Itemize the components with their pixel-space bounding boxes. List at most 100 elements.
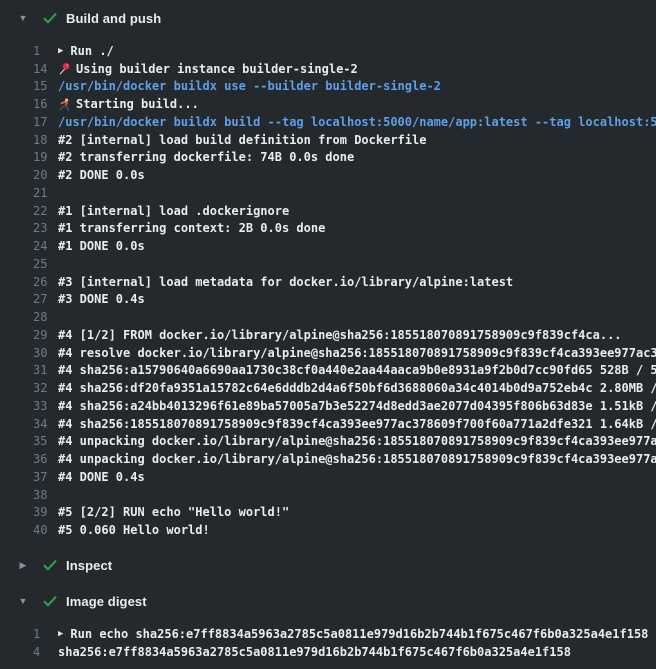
log-line: 33 #4 sha256:a24bb4013296f61e89ba57005a7… — [0, 397, 656, 415]
section-header-build-and-push[interactable]: ▼ Build and push — [0, 0, 656, 36]
line-number[interactable]: 40 — [0, 523, 58, 537]
line-number[interactable]: 16 — [0, 97, 58, 111]
line-number[interactable]: 24 — [0, 239, 58, 253]
success-check-icon — [42, 10, 58, 26]
line-number[interactable]: 27 — [0, 292, 58, 306]
log-line: 25 — [0, 255, 656, 273]
log-line: 15 /usr/bin/docker buildx use --builder … — [0, 78, 656, 96]
line-text: #5 [2/2] RUN echo "Hello world!" — [58, 505, 289, 519]
line-text: #1 [internal] load .dockerignore — [58, 204, 289, 218]
section-header-inspect[interactable]: ▶ Inspect — [0, 547, 656, 583]
line-number[interactable]: 21 — [0, 186, 58, 200]
line-text: #5 0.060 Hello world! — [58, 523, 210, 537]
section-lines: 1 ▶ Run ./ 14 Using builder instance bui… — [0, 36, 656, 547]
line-text: /usr/bin/docker buildx build --tag local… — [58, 115, 656, 129]
line-number[interactable]: 38 — [0, 488, 58, 502]
line-text: #1 DONE 0.0s — [58, 239, 145, 253]
section-title: Image digest — [66, 594, 147, 609]
log-line: 20 #2 DONE 0.0s — [0, 166, 656, 184]
log-line: 28 — [0, 308, 656, 326]
log-line: 17 /usr/bin/docker buildx build --tag lo… — [0, 113, 656, 131]
log-line: 26 #3 [internal] load metadata for docke… — [0, 273, 656, 291]
line-number[interactable]: 28 — [0, 310, 58, 324]
line-number[interactable]: 34 — [0, 417, 58, 431]
line-text: #4 unpacking docker.io/library/alpine@sh… — [58, 452, 656, 466]
section-title: Inspect — [66, 558, 112, 573]
step-section: ▼ Image digest 1 ▶ Run echo sha256:e7ff8… — [0, 583, 656, 669]
line-number[interactable]: 36 — [0, 452, 58, 466]
log-line: 1 ▶ Run ./ — [0, 42, 656, 60]
line-text: /usr/bin/docker buildx use --builder bui… — [58, 79, 441, 93]
line-text: #2 [internal] load build definition from… — [58, 133, 426, 147]
log-line: 23 #1 transferring context: 2B 0.0s done — [0, 220, 656, 238]
log-line: 30 #4 resolve docker.io/library/alpine@s… — [0, 344, 656, 362]
line-number[interactable]: 23 — [0, 221, 58, 235]
line-number[interactable]: 29 — [0, 328, 58, 342]
log-line: 39 #5 [2/2] RUN echo "Hello world!" — [0, 504, 656, 522]
line-number[interactable]: 35 — [0, 434, 58, 448]
log-line: 1 ▶ Run echo sha256:e7ff8834a5963a2785c5… — [0, 625, 656, 643]
step-section: ▼ Build and push 1 ▶ Run ./ 14 Using bui… — [0, 0, 656, 547]
log-line: 31 #4 sha256:a15790640a6690aa1730c38cf0a… — [0, 362, 656, 380]
play-expand-icon[interactable]: ▶ — [58, 46, 63, 56]
line-number[interactable]: 39 — [0, 505, 58, 519]
line-text: #4 unpacking docker.io/library/alpine@sh… — [58, 434, 656, 448]
line-number[interactable]: 14 — [0, 62, 58, 76]
line-text: #4 sha256:a24bb4013296f61e89ba57005a7b3e… — [58, 399, 656, 413]
line-number[interactable]: 15 — [0, 79, 58, 93]
log-line: 24 #1 DONE 0.0s — [0, 237, 656, 255]
log-line: 32 #4 sha256:df20fa9351a15782c64e6dddb2d… — [0, 379, 656, 397]
line-text: #3 DONE 0.4s — [58, 292, 145, 306]
line-text: Using builder instance builder-single-2 — [76, 62, 358, 76]
line-number[interactable]: 25 — [0, 257, 58, 271]
line-text: #3 [internal] load metadata for docker.i… — [58, 275, 513, 289]
line-text: Starting build... — [76, 97, 199, 111]
line-number[interactable]: 32 — [0, 381, 58, 395]
line-number[interactable]: 1 — [0, 44, 58, 58]
log-line: 40 #5 0.060 Hello world! — [0, 521, 656, 539]
log-line: 38 — [0, 486, 656, 504]
line-number[interactable]: 17 — [0, 115, 58, 129]
line-text: #4 sha256:df20fa9351a15782c64e6dddb2d4a6… — [58, 381, 656, 395]
line-text: #4 DONE 0.4s — [58, 470, 145, 484]
line-number[interactable]: 1 — [0, 627, 58, 641]
log-line: 22 #1 [internal] load .dockerignore — [0, 202, 656, 220]
log-viewer: ▼ Build and push 1 ▶ Run ./ 14 Using bui… — [0, 0, 656, 669]
line-number[interactable]: 19 — [0, 150, 58, 164]
log-line: 21 — [0, 184, 656, 202]
chevron-right-icon[interactable]: ▶ — [17, 547, 29, 583]
section-lines: 1 ▶ Run echo sha256:e7ff8834a5963a2785c5… — [0, 619, 656, 669]
line-number[interactable]: 22 — [0, 204, 58, 218]
line-text: #1 transferring context: 2B 0.0s done — [58, 221, 325, 235]
pushpin-emoji-icon — [58, 62, 71, 75]
chevron-down-icon[interactable]: ▼ — [17, 0, 29, 36]
line-text: #4 sha256:185518070891758909c9f839cf4ca3… — [58, 417, 656, 431]
success-check-icon — [42, 557, 58, 573]
log-line: 16 Starting build... — [0, 95, 656, 113]
log-line: 34 #4 sha256:185518070891758909c9f839cf4… — [0, 415, 656, 433]
line-text: #2 DONE 0.0s — [58, 168, 145, 182]
log-line: 29 #4 [1/2] FROM docker.io/library/alpin… — [0, 326, 656, 344]
line-text: Run echo sha256:e7ff8834a5963a2785c5a081… — [70, 627, 648, 641]
line-text: #4 resolve docker.io/library/alpine@sha2… — [58, 346, 656, 360]
play-expand-icon[interactable]: ▶ — [58, 629, 63, 639]
section-title: Build and push — [66, 11, 161, 26]
log-line: 36 #4 unpacking docker.io/library/alpine… — [0, 450, 656, 468]
step-section: ▶ Inspect — [0, 547, 656, 583]
line-number[interactable]: 4 — [0, 645, 58, 659]
line-number[interactable]: 30 — [0, 346, 58, 360]
line-number[interactable]: 37 — [0, 470, 58, 484]
line-number[interactable]: 26 — [0, 275, 58, 289]
section-header-image-digest[interactable]: ▼ Image digest — [0, 583, 656, 619]
line-number[interactable]: 20 — [0, 168, 58, 182]
chevron-down-icon[interactable]: ▼ — [17, 583, 29, 619]
line-number[interactable]: 33 — [0, 399, 58, 413]
line-number[interactable]: 18 — [0, 133, 58, 147]
success-check-icon — [42, 593, 58, 609]
line-number[interactable]: 31 — [0, 363, 58, 377]
log-line: 19 #2 transferring dockerfile: 74B 0.0s … — [0, 149, 656, 167]
log-line: 35 #4 unpacking docker.io/library/alpine… — [0, 433, 656, 451]
log-line: 18 #2 [internal] load build definition f… — [0, 131, 656, 149]
log-line: 27 #3 DONE 0.4s — [0, 291, 656, 309]
line-text: Run ./ — [70, 44, 113, 58]
